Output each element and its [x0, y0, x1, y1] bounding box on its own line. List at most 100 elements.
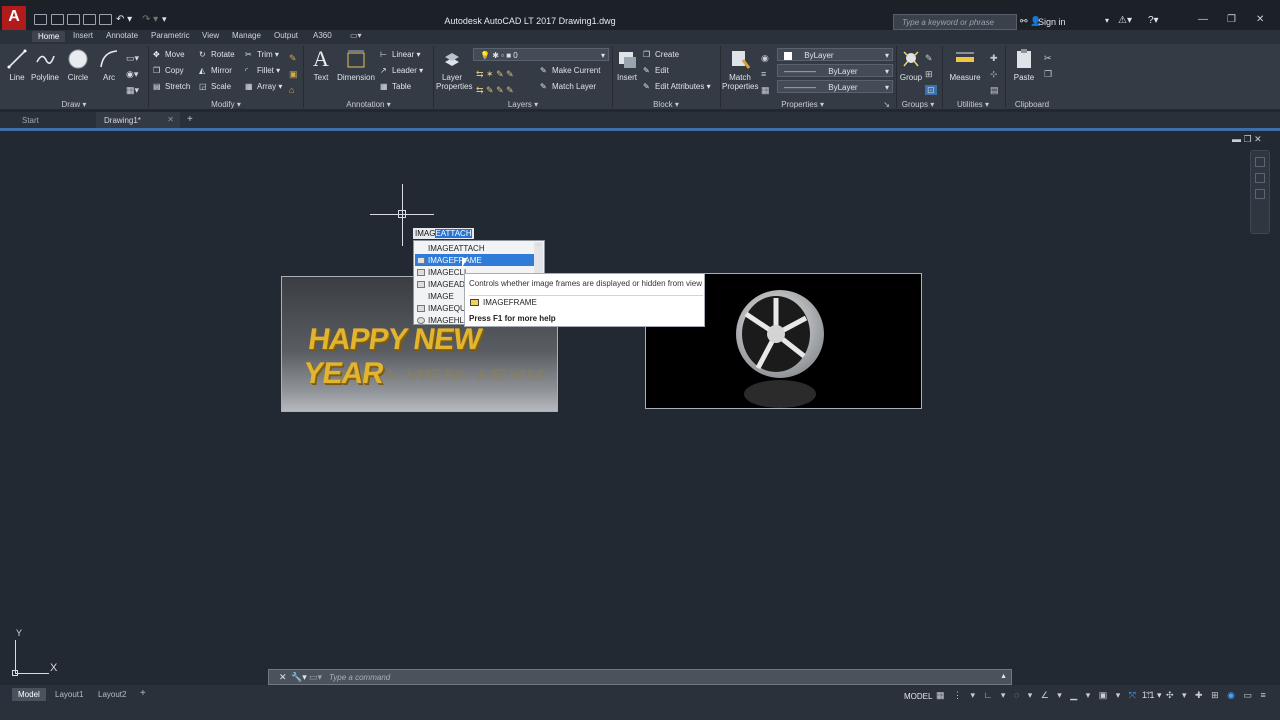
lineweight-dropdown[interactable]: ———— ByLayer ▾ [777, 80, 893, 93]
text-button[interactable]: A Text [306, 48, 336, 83]
dynamic-input-field[interactable]: IMAGEATTACH [413, 228, 474, 239]
draw-panel-label[interactable]: Draw ▾ [0, 100, 148, 110]
modify-extra-tools[interactable]: ✎ ▣ ⌂ [289, 50, 298, 98]
polyline-button[interactable]: Polyline [30, 48, 60, 82]
sign-in-button[interactable]: Sign in [1038, 17, 1066, 27]
table-button[interactable]: ▦ Table [380, 82, 411, 91]
insert-block-button[interactable]: Insert [612, 48, 642, 82]
tab-parametric[interactable]: Parametric [151, 31, 190, 40]
linetype-dropdown[interactable]: ———— ByLayer ▾ [777, 64, 893, 77]
dialog-launcher-icon[interactable]: ↘ [883, 100, 890, 109]
properties-panel-label[interactable]: Properties ▾ ↘ [722, 100, 896, 110]
measure-button[interactable]: Measure [948, 48, 982, 82]
tab-insert[interactable]: Insert [73, 31, 93, 40]
tab-layout1[interactable]: Layout1 [55, 690, 83, 699]
stretch-button[interactable]: ▤ Stretch [153, 82, 190, 91]
scroll-up-icon[interactable]: ▲ [534, 242, 543, 248]
featured-apps-icon[interactable]: ▭▾ [350, 31, 362, 40]
close-tab-icon[interactable]: ✕ [167, 115, 174, 124]
file-tab-drawing1[interactable]: Drawing1* ✕ [96, 112, 180, 128]
mirror-button[interactable]: ◭ Mirror [199, 66, 232, 75]
line-button[interactable]: Line [2, 48, 32, 82]
utility-tools[interactable]: ✚ ⊹ ▤ [990, 50, 999, 98]
save-as-icon[interactable] [83, 14, 96, 25]
copy-button[interactable]: ❐ Copy [153, 66, 184, 75]
dimension-button[interactable]: Dimension [336, 48, 376, 82]
move-button[interactable]: ✥ Move [153, 50, 185, 59]
group-tools[interactable]: ✎ ⊞ ⊡ [925, 50, 937, 98]
signin-dropdown-icon[interactable]: ▾ [1105, 16, 1109, 25]
drawing-area[interactable] [0, 131, 1280, 685]
exchange-icon[interactable]: ⚠▾ [1118, 15, 1132, 26]
command-line[interactable]: ✕ 🔧▾ ▭▾ Type a command ▲ [268, 669, 1012, 685]
clipboard-panel-label[interactable]: Clipboard [1006, 100, 1058, 110]
group-button[interactable]: Group [896, 48, 926, 82]
edit-attributes-button[interactable]: ✎ Edit Attributes ▾ [643, 82, 711, 91]
zoom-extents-icon[interactable] [1255, 189, 1265, 199]
binoculars-icon[interactable]: ⚯ [1020, 16, 1028, 27]
circle-button[interactable]: Circle [63, 48, 93, 82]
command-input[interactable]: Type a command [329, 673, 390, 682]
layer-properties-button[interactable]: Layer Properties [436, 48, 472, 91]
close-icon[interactable]: ✕ [1256, 14, 1264, 25]
redo-icon[interactable]: ↷ ▾ [142, 14, 158, 25]
modify-panel-label[interactable]: Modify ▾ [150, 100, 302, 110]
layer-dropdown[interactable]: 💡 ✱ ▫ ■ 0 ▾ [473, 48, 609, 61]
block-panel-label[interactable]: Block ▾ [612, 100, 720, 110]
new-file-icon[interactable] [34, 14, 47, 25]
create-block-button[interactable]: ❒ Create [643, 50, 679, 59]
customize-wrench-icon[interactable]: 🔧▾ [291, 672, 307, 683]
maximize-icon[interactable]: ❐ [1227, 14, 1236, 25]
draw-extra-tools[interactable]: ▭▾ ◉▾ ▦▾ [126, 50, 140, 98]
groups-panel-label[interactable]: Groups ▾ [896, 100, 940, 110]
close-command-line-icon[interactable]: ✕ [279, 672, 287, 683]
help-search-input[interactable]: Type a keyword or phrase [893, 14, 1017, 30]
fillet-button[interactable]: ◜ Fillet ▾ [245, 66, 280, 75]
tab-a360[interactable]: A360 [313, 31, 332, 40]
list-item[interactable]: IMAGEFRAME [415, 254, 535, 266]
scale-button[interactable]: ◲ Scale [199, 82, 231, 91]
status-toggles[interactable]: ▦ ⋮ ▾ ∟ ▾ ◌ ▾ ∠ ▾ ▁ ▾ ▣ ▾ ⤧ ⚚ [936, 690, 1156, 701]
tab-model[interactable]: Model [12, 688, 46, 701]
tab-layout2[interactable]: Layout2 [98, 690, 126, 699]
autocad-logo-button[interactable]: A [2, 6, 26, 30]
tab-home[interactable]: Home [32, 31, 66, 42]
help-icon[interactable]: ?▾ [1148, 15, 1159, 26]
tab-annotate[interactable]: Annotate [106, 31, 138, 40]
match-layer-button[interactable]: ✎ Match Layer [540, 82, 596, 91]
minimize-icon[interactable]: — [1198, 14, 1208, 25]
tab-output[interactable]: Output [274, 31, 298, 40]
list-item[interactable]: IMAGEATTACH [415, 242, 535, 254]
steering-wheel-icon[interactable] [1255, 157, 1265, 167]
edit-block-button[interactable]: ✎ Edit [643, 66, 669, 75]
utilities-panel-label[interactable]: Utilities ▾ [942, 100, 1004, 110]
layer-tools[interactable]: ⇆ ✶ ✎ ✎ ⇆ ✎ ✎ ✎ [476, 66, 514, 98]
annotation-panel-label[interactable]: Annotation ▾ [305, 100, 432, 110]
color-dropdown[interactable]: ByLayer ▾ [777, 48, 893, 61]
match-properties-button[interactable]: Match Properties [722, 48, 758, 91]
tab-view[interactable]: View [202, 31, 219, 40]
open-file-icon[interactable] [51, 14, 64, 25]
leader-button[interactable]: ↗ Leader ▾ [380, 66, 423, 75]
tab-manage[interactable]: Manage [232, 31, 261, 40]
rotate-button[interactable]: ↻ Rotate [199, 50, 235, 59]
paste-button[interactable]: Paste [1009, 48, 1039, 82]
array-button[interactable]: ▦ Array ▾ [245, 82, 282, 91]
customize-toolbar-icon[interactable]: ▾ [162, 14, 167, 25]
annotation-scale[interactable]: 1:1 ▾ [1142, 690, 1162, 701]
model-space-button[interactable]: MODEL [904, 692, 932, 701]
layers-panel-label[interactable]: Layers ▾ [434, 100, 612, 110]
new-tab-icon[interactable]: + [187, 114, 193, 125]
status-tools[interactable]: ✣ ▾ ✚ ⊞ ◉ ▭ ≡ [1166, 690, 1269, 701]
save-icon[interactable] [67, 14, 80, 25]
pan-icon[interactable] [1255, 173, 1265, 183]
plot-icon[interactable] [99, 14, 112, 25]
navigation-bar[interactable] [1250, 150, 1270, 234]
trim-button[interactable]: ✂ Trim ▾ [245, 50, 279, 59]
add-layout-icon[interactable]: + [140, 688, 146, 699]
clipboard-tools[interactable]: ✂ ❐ [1044, 50, 1052, 82]
viewport-window-controls[interactable]: ▬ ❐ ✕ [1232, 134, 1262, 145]
undo-icon[interactable]: ↶ ▾ [116, 14, 132, 25]
command-history-icon[interactable]: ▲ [1000, 673, 1007, 680]
make-current-button[interactable]: ✎ Make Current [540, 66, 600, 75]
